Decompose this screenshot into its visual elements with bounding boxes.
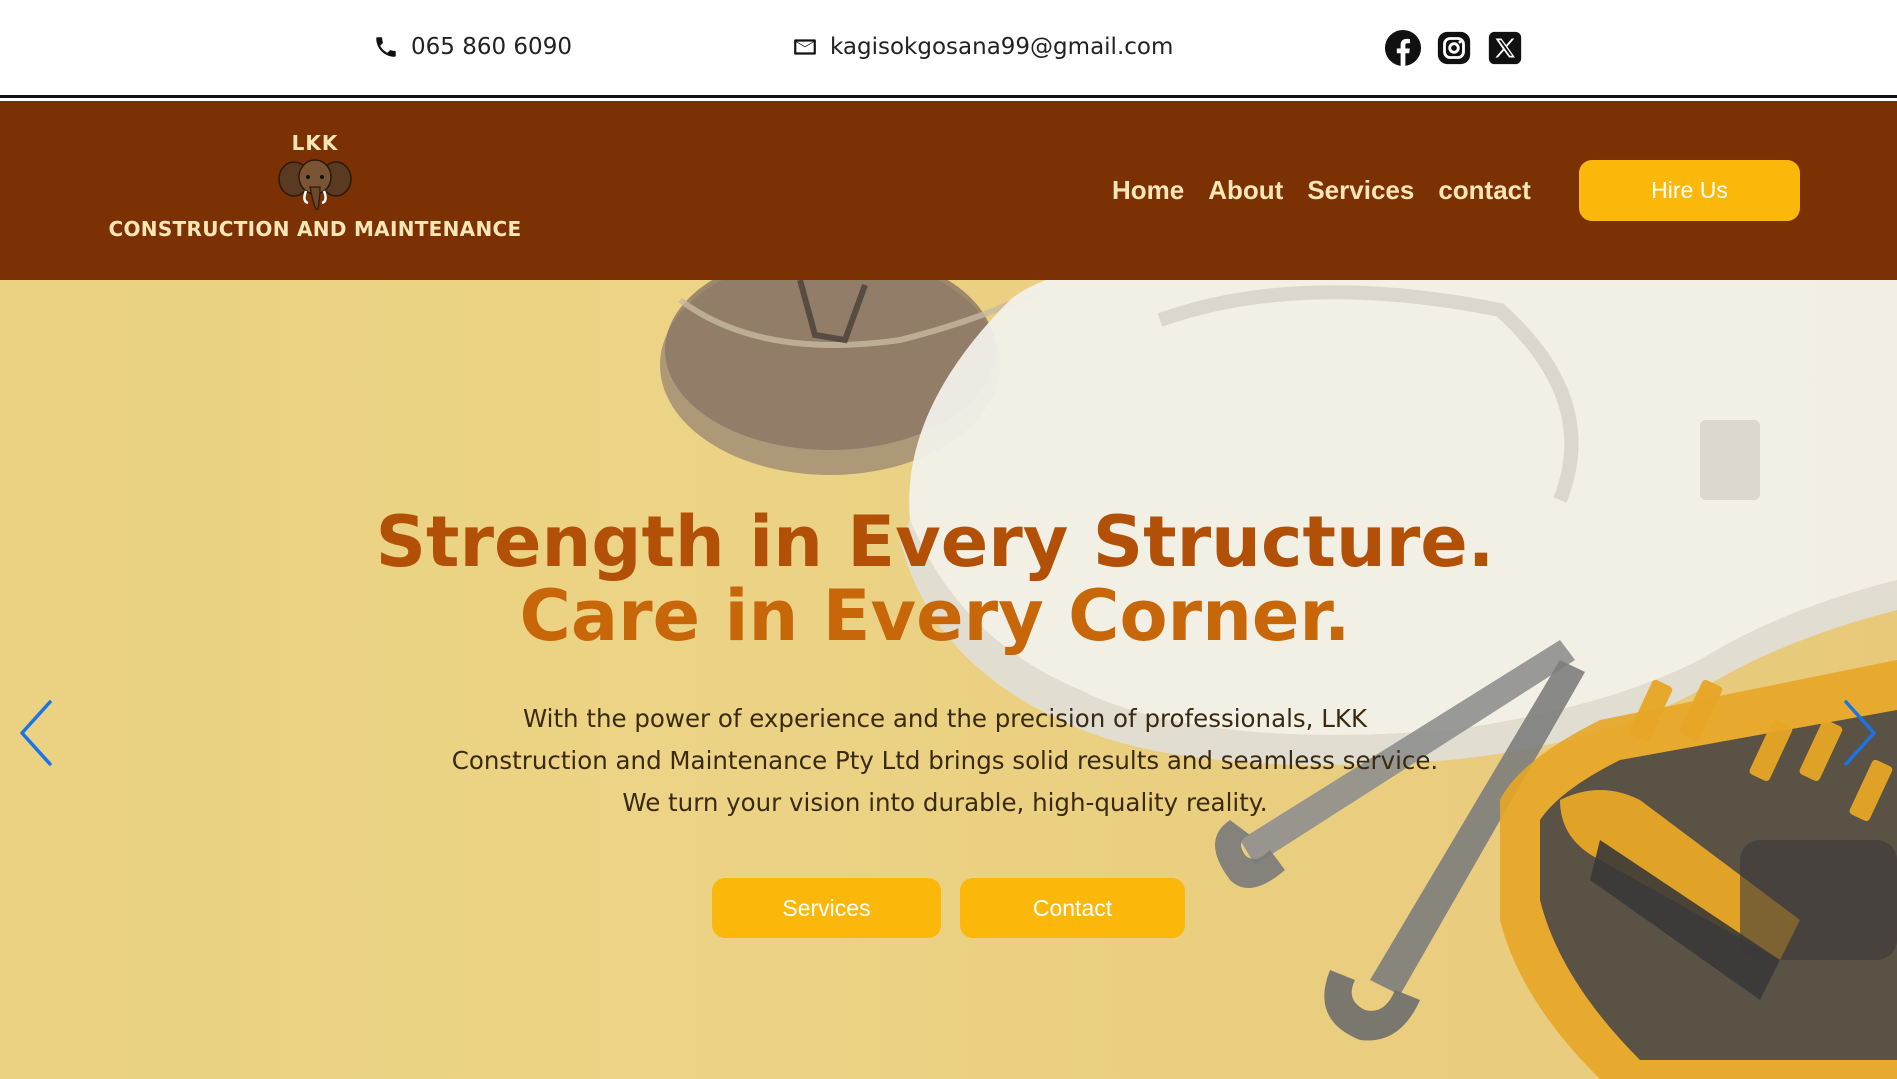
- nav-services[interactable]: Services: [1307, 175, 1414, 206]
- site-header: LKK CONSTRUCTION AND MAINTENANCE Home Ab…: [0, 101, 1897, 280]
- top-contact-bar: 065 860 6090 kagisokgosana99@gmail.com: [0, 0, 1897, 98]
- x-icon: [1488, 31, 1522, 65]
- hero-description-line-2: Construction and Maintenance Pty Ltd bri…: [451, 746, 1439, 775]
- email-contact[interactable]: kagisokgosana99@gmail.com: [792, 34, 1173, 60]
- company-logo[interactable]: LKK CONSTRUCTION AND MAINTENANCE: [100, 131, 530, 241]
- elephant-logo-icon: [278, 159, 352, 211]
- chevron-left-icon[interactable]: [16, 698, 56, 768]
- main-nav: Home About Services contact: [1112, 175, 1531, 206]
- phone-contact[interactable]: 065 860 6090: [373, 34, 572, 60]
- social-links: [1384, 29, 1524, 67]
- nav-contact[interactable]: contact: [1438, 175, 1530, 206]
- facebook-link[interactable]: [1384, 29, 1422, 67]
- logo-text-bottom: CONSTRUCTION AND MAINTENANCE: [108, 217, 522, 241]
- chevron-right-icon[interactable]: [1840, 698, 1880, 768]
- hero-description-line-3: We turn your vision into durable, high-q…: [622, 788, 1268, 817]
- email-address: kagisokgosana99@gmail.com: [830, 34, 1174, 60]
- facebook-icon: [1384, 29, 1422, 67]
- nav-about[interactable]: About: [1208, 175, 1283, 206]
- hero-title-line-1: Strength in Every Structure.: [375, 501, 1495, 583]
- instagram-link[interactable]: [1435, 29, 1473, 67]
- phone-number: 065 860 6090: [411, 34, 572, 60]
- hero-description-line-1: With the power of experience and the pre…: [522, 704, 1368, 733]
- x-link[interactable]: [1486, 29, 1524, 67]
- phone-icon: [376, 37, 396, 57]
- nav-home[interactable]: Home: [1112, 175, 1184, 206]
- hero-title: Strength in Every Structure. Care in Eve…: [0, 505, 1870, 653]
- logo-text-top: LKK: [291, 131, 339, 155]
- hero-title-line-2: Care in Every Corner.: [519, 575, 1351, 657]
- hero-services-button[interactable]: Services: [712, 878, 941, 938]
- hero-slider: Strength in Every Structure. Care in Eve…: [0, 280, 1897, 1079]
- hire-us-button[interactable]: Hire Us: [1579, 160, 1800, 221]
- hero-background-image: [660, 280, 1897, 1079]
- hero-contact-button[interactable]: Contact: [960, 878, 1185, 938]
- instagram-icon: [1437, 31, 1471, 65]
- mail-icon: [794, 39, 816, 55]
- hero-description: With the power of experience and the pre…: [440, 698, 1450, 824]
